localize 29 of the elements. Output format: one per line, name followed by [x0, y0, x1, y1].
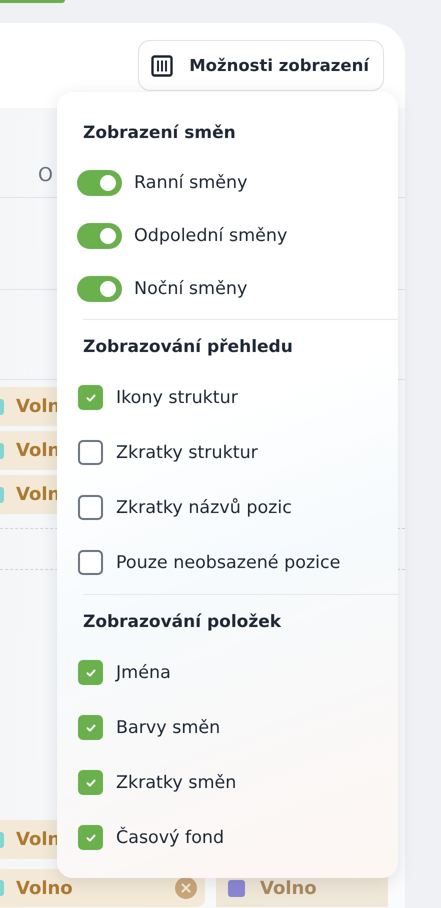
toggle-switch[interactable] — [77, 276, 122, 302]
toggle-switch[interactable] — [77, 222, 122, 248]
column-header: O — [38, 164, 53, 187]
option-label: Noční směny — [134, 278, 248, 298]
option-label: Ikony struktur — [116, 388, 238, 408]
checkbox[interactable] — [78, 825, 103, 850]
checkbox[interactable] — [78, 660, 103, 685]
option-label: Časový fond — [116, 828, 224, 848]
display-options-button[interactable]: Možnosti zobrazení — [138, 40, 384, 91]
option-label: Zkratky názvů pozic — [116, 498, 292, 518]
checkbox[interactable] — [78, 440, 103, 465]
checkbox[interactable] — [78, 770, 103, 795]
section-title: Zobrazování přehledu — [83, 336, 294, 359]
section-title: Zobrazení směn — [83, 122, 237, 145]
option-label: Jména — [116, 662, 171, 682]
option-label: Zkratky struktur — [116, 442, 258, 462]
checkbox[interactable] — [78, 495, 103, 520]
option-label: Pouze neobsazené pozice — [116, 552, 340, 572]
option-label: Barvy směn — [116, 718, 220, 738]
section-title: Zobrazování položek — [83, 611, 282, 634]
remove-icon[interactable] — [175, 877, 197, 899]
option-label: Zkratky směn — [116, 772, 236, 792]
toggle-switch[interactable] — [77, 170, 122, 196]
checkbox[interactable] — [78, 385, 103, 410]
option-label: Odpolední směny — [134, 226, 288, 246]
checkbox[interactable] — [78, 715, 103, 740]
option-label: Ranní směny — [134, 172, 248, 192]
checkbox[interactable] — [78, 550, 103, 575]
columns-icon — [151, 54, 174, 76]
